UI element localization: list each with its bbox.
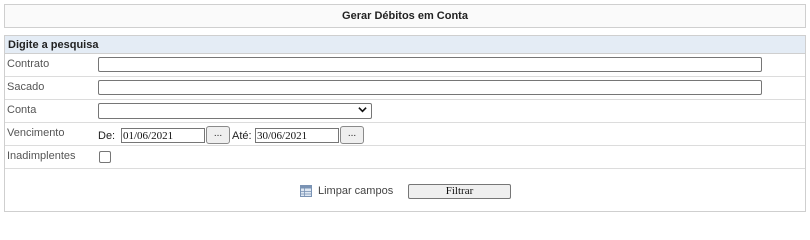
conta-label: Conta xyxy=(7,104,37,116)
vencimento-from-label: De: xyxy=(98,130,116,142)
vencimento-to-picker-button[interactable]: ... xyxy=(340,126,364,144)
vencimento-from-input[interactable] xyxy=(121,128,205,143)
page-title-text: Gerar Débitos em Conta xyxy=(342,10,468,22)
contrato-label: Contrato xyxy=(7,58,50,70)
eraser-table-icon xyxy=(300,185,312,197)
row-sacado: Sacado xyxy=(5,77,805,100)
page-title: Gerar Débitos em Conta xyxy=(4,4,806,28)
actions-footer: Limpar campos Filtrar xyxy=(5,169,805,211)
chevron-down-icon xyxy=(358,107,367,113)
row-inadimplentes: Inadimplentes xyxy=(5,146,805,169)
sacado-input[interactable] xyxy=(98,80,762,95)
clear-fields-label: Limpar campos xyxy=(318,185,394,197)
vencimento-to-label: Até: xyxy=(232,130,252,142)
search-panel: Digite a pesquisa Contrato Sacado Conta … xyxy=(4,35,806,212)
search-panel-header: Digite a pesquisa xyxy=(5,36,805,54)
conta-select[interactable] xyxy=(98,103,372,119)
inadimplentes-label: Inadimplentes xyxy=(7,150,76,162)
vencimento-label: Vencimento xyxy=(7,127,65,139)
row-vencimento: Vencimento De: ... Até: ... xyxy=(5,123,805,146)
row-conta: Conta xyxy=(5,100,805,123)
row-contrato: Contrato xyxy=(5,54,805,77)
contrato-input[interactable] xyxy=(98,57,762,72)
filter-button[interactable]: Filtrar xyxy=(408,184,511,199)
inadimplentes-checkbox[interactable] xyxy=(99,151,111,163)
clear-fields-button[interactable]: Limpar campos xyxy=(300,185,393,197)
sacado-label: Sacado xyxy=(7,81,45,93)
vencimento-from-picker-button[interactable]: ... xyxy=(206,126,230,144)
vencimento-to-input[interactable] xyxy=(255,128,339,143)
